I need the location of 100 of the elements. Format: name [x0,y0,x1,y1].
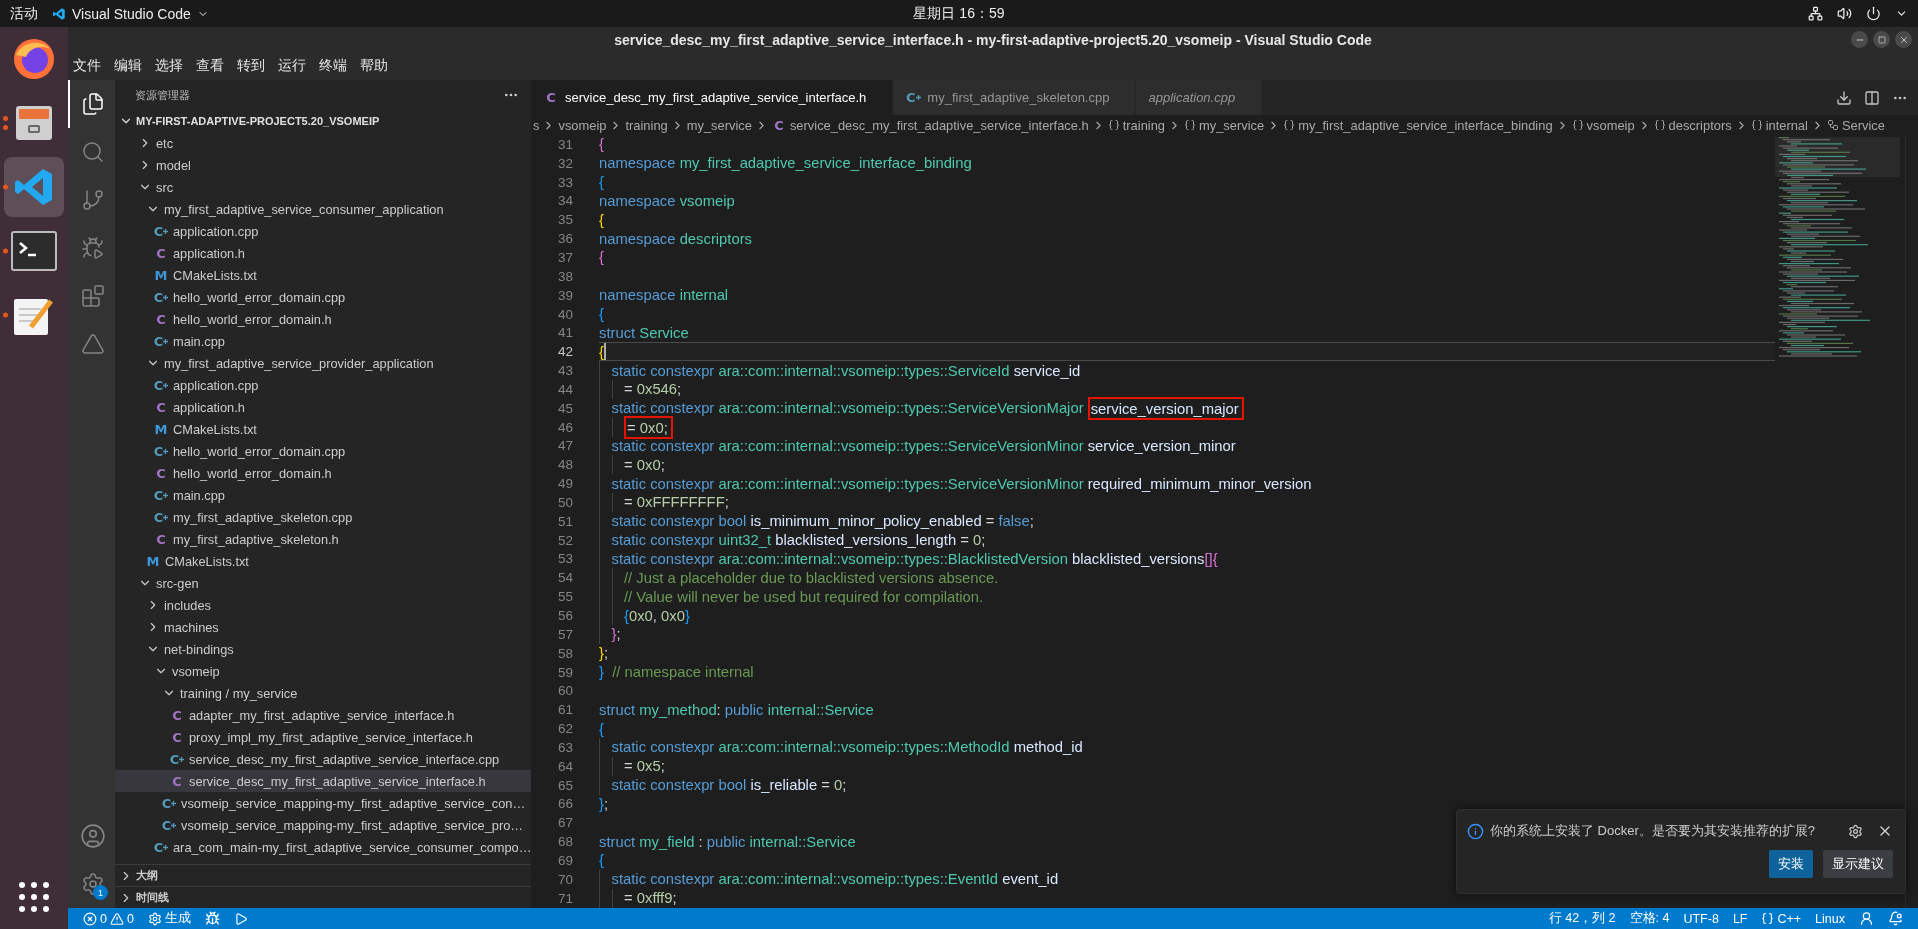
file-item[interactable]: C service_desc_my_first_adaptive_service_interface.h [115,770,531,792]
code-text: // Value will never be used but required for compilation. [624,588,984,605]
file-item[interactable]: C my_first_adaptive_skeleton.h [115,528,531,550]
breadcrumb-item[interactable]: my_service [686,117,752,133]
minimize-button[interactable] [1851,31,1868,48]
breadcrumb-item[interactable]: my_first_adaptive_service_interface_binding [1283,117,1553,133]
editor-tab[interactable]: C service_desc_my_first_adaptive_service_interface.h [531,80,894,115]
folder-item[interactable]: net-bindings [115,638,531,660]
braces-icon [1184,119,1196,131]
file-item[interactable]: C main.cpp [115,484,531,506]
menu-item[interactable]: 文件 [73,55,101,77]
file-item[interactable]: C my_first_adaptive_skeleton.cpp [115,506,531,528]
file-item[interactable]: C application.cpp [115,220,531,242]
folder-item[interactable]: my_first_adaptive_service_consumer_application [115,198,531,220]
file-type-icon: C [169,707,185,723]
firefox-icon [12,37,56,81]
file-item[interactable]: M CMakeLists.txt [115,418,531,440]
sidebar-title: 资源管理器 [135,87,190,103]
status-item[interactable]: Linux [1808,911,1852,926]
problems-button[interactable]: 0 0 [76,911,141,926]
breadcrumb-item[interactable]: training [1107,117,1165,133]
file-item[interactable]: C application.cpp [115,374,531,396]
line-number: 38 [556,268,573,284]
folder-item[interactable]: vsomeip [115,660,531,682]
file-item[interactable]: C ara_com_main-my_first_adaptive_service_consumer_compo… [115,836,531,858]
braces-icon [1653,119,1666,131]
app-menu[interactable]: Visual Studio Code [52,5,209,22]
close-button[interactable] [1895,31,1912,48]
running-dot [3,248,8,254]
volume-icon[interactable] [1837,6,1852,21]
download-icon[interactable] [1836,89,1852,106]
file-item[interactable]: C service_desc_my_first_adaptive_service_interface.cpp [115,748,531,770]
status-item[interactable]: 行 42，列 2 [1541,910,1623,927]
line-number: 35 [556,212,573,228]
warning-icon [109,911,124,926]
breadcrumb-item[interactable]: s [533,117,540,133]
file-item[interactable]: C application.h [115,242,531,264]
menu-item[interactable]: 运行 [278,55,306,77]
build-button[interactable]: 生成 [140,910,198,927]
breadcrumb-item[interactable]: Service [1826,117,1885,133]
project-header[interactable]: MY-FIRST-ADAPTIVE-PROJECT5.20_VSOMEIP [115,110,531,132]
menu-item[interactable]: 选择 [155,55,183,77]
settings-icon[interactable] [1848,823,1863,839]
menu-item[interactable]: 帮助 [360,55,388,77]
folder-item[interactable]: etc [115,132,531,154]
file-item[interactable]: M CMakeLists.txt [115,264,531,286]
file-item[interactable]: C hello_world_error_domain.cpp [115,286,531,308]
network-icon[interactable] [1808,6,1823,21]
menu-item[interactable]: 终端 [319,55,347,77]
maximize-button[interactable] [1873,31,1890,48]
file-item[interactable]: M CMakeLists.txt [115,550,531,572]
breadcrumb-item[interactable]: C service_desc_my_first_adaptive_service_interface.h [770,117,1089,133]
file-type-icon: C [770,117,787,133]
status-item[interactable]: UTF-8 [1676,911,1726,926]
file-type-icon: C [153,399,169,415]
split-editor-icon[interactable] [1864,89,1880,106]
file-item[interactable]: C hello_world_error_domain.h [115,462,531,484]
folder-item[interactable]: machines [115,616,531,638]
file-item[interactable]: C vsomeip_service_mapping-my_first_adaptive_service_con… [115,792,531,814]
app-grid-icon[interactable] [19,882,49,912]
menu-item[interactable]: 查看 [196,55,224,77]
breadcrumb-item[interactable]: training [625,117,668,133]
file-item[interactable]: C proxy_impl_my_first_adaptive_service_interface.h [115,726,531,748]
line-number: 48 [556,457,573,473]
panel-section-header[interactable]: 大纲 [115,864,531,886]
file-item[interactable]: C adapter_my_first_adaptive_service_interface.h [115,704,531,726]
notification-button[interactable]: 安装 [1769,850,1813,878]
line-number: 66 [556,796,573,812]
gear-icon [147,911,162,926]
file-item[interactable]: C hello_world_error_domain.cpp [115,440,531,462]
activities-button[interactable]: 活动 [10,4,38,23]
file-item[interactable]: C main.cpp [115,330,531,352]
notification-button[interactable]: 显示建议 [1823,850,1893,878]
code-text: { [599,174,604,191]
folder-item[interactable]: training / my_service [115,682,531,704]
editor-tab[interactable]: application.cpp [1136,80,1263,115]
menu-item[interactable]: 转到 [237,55,265,77]
breadcrumb-item[interactable]: vsomeip [1571,117,1635,133]
folder-item[interactable]: src-gen [115,572,531,594]
file-item[interactable]: C application.h [115,396,531,418]
folder-item[interactable]: includes [115,594,531,616]
folder-item[interactable]: my_first_adaptive_service_provider_application [115,352,531,374]
account-icon[interactable] [79,823,106,849]
clock[interactable]: 星期日 16：59 [913,4,1005,23]
breadcrumb-item[interactable]: vsomeip [558,117,607,133]
breadcrumb-item[interactable]: my_service [1184,117,1265,133]
folder-item[interactable]: model [115,154,531,176]
file-item[interactable]: C hello_world_error_domain.h [115,308,531,330]
status-item[interactable]: LF [1725,911,1755,926]
breadcrumb-item[interactable]: descriptors [1653,117,1732,133]
line-number: 41 [556,325,573,341]
line-number: 58 [556,645,573,661]
menu-item[interactable]: 编辑 [114,55,142,77]
file-item[interactable]: C vsomeip_service_mapping-my_first_adaptive_service_pro… [115,814,531,836]
folder-item[interactable]: src [115,176,531,198]
editor-tab[interactable]: C my_first_adaptive_skeleton.cpp [893,80,1137,115]
power-icon[interactable] [1866,6,1881,21]
breadcrumb-item[interactable]: internal [1750,117,1808,133]
language-button[interactable]: C++ [1754,911,1809,926]
status-item[interactable]: 空格: 4 [1622,910,1677,927]
